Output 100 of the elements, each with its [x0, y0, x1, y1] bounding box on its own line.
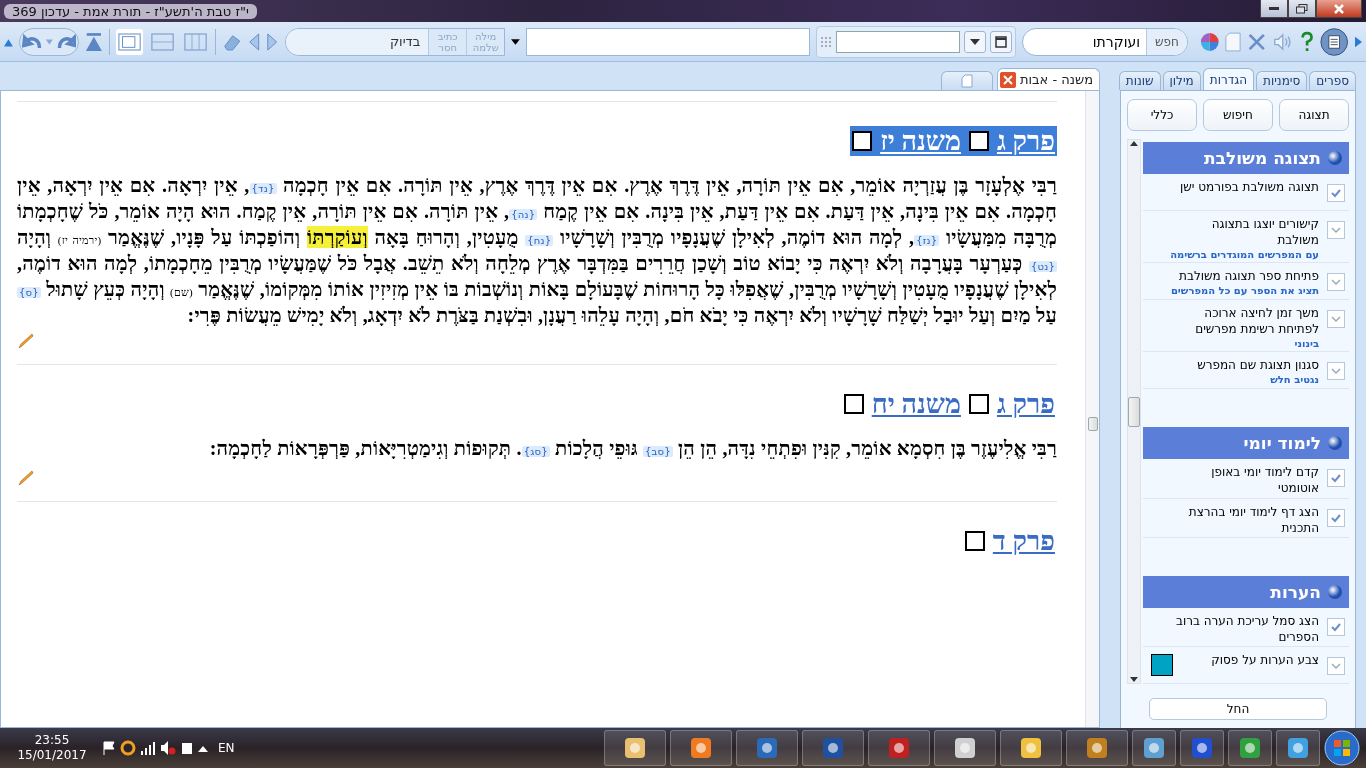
category-button[interactable]: כללי	[1127, 99, 1197, 131]
search-button[interactable]: חפש	[1146, 28, 1187, 55]
taskbar-button[interactable]	[802, 730, 864, 766]
caret-up-icon[interactable]	[198, 744, 208, 752]
scrollbar[interactable]	[1127, 139, 1141, 684]
menu-button-icon[interactable]	[1320, 25, 1349, 58]
taskbar-button[interactable]	[1180, 730, 1224, 766]
arrow-up-icon[interactable]	[1130, 140, 1138, 146]
panel-tab[interactable]: מילון	[1162, 71, 1201, 90]
taskbar-button[interactable]	[1000, 730, 1062, 766]
setting-label: פתיחת ספר תצוגה משולבת	[1178, 267, 1319, 284]
taskbar-button[interactable]	[934, 730, 996, 766]
taskbar-button[interactable]	[670, 730, 732, 766]
input-field[interactable]	[836, 30, 961, 53]
close-icon[interactable]	[1000, 71, 1016, 88]
setting-value[interactable]: תציג את הספר עם כל המפרשים	[1143, 283, 1319, 298]
footnote-link[interactable]: {נה}	[509, 209, 538, 220]
document-tab[interactable]: משנה - אבות	[997, 68, 1100, 90]
mishna-text: רַבִּי אֶלְעָזָר בֶּן עֲזַרְיָה אוֹמֵר, אִם אֵין תּוֹרָה, אֵין דֶּרֶךְ אֶרֶץ. אִם אֵין דֶּרֶךְ אֶרֶץ, אֵין תּוֹרָה. אִם אֵין חָכְמָה {נד}, אֵין יִרְאָה. אִם אֵין יִרְאָה, אֵין חָכְמָה. אִם אֵין בִּינָה, אֵין דַּעַת. אִם אֵין דַּעַת, אֵין בִּינָה. אִם אֵין קֶמַח {נה}, אֵין תּוֹרָה. אִם אֵין תּוֹרָה, אֵין קֶמַח. הוּא הָיָה אוֹמֵר, כֹּל שֶׁחָכְמָתוֹ מְרֻבָּה מִמַּעֲשָׂיו {נז}, לְמָה הוּא דוֹמֶה, לְאִילָן שֶׁעֲנָפָיו מְרֻבִּין וְשָׁרָשָׁיו {נח} מֻעָטִין, וְהָרוּחַ בָּאָה וְעוֹקַרְתּוֹ וְהוֹפַכְתּוֹ עַל פָּנָיו, שֶׁנֶּאֱמַר (ירמיה יז) וְהָיָה {נט} כְּעַרְעָר בָּעֲרָבָה וְלֹא יִרְאֶה כִּי יָבוֹא טוֹב וְשָׁכַן חֲרֵרִים בַּמִּדְבָּר אֶרֶץ מְלֵחָה וְלֹא תֵשֵׁב. אֲבָל כֹּל שֶׁמַּעֲשָׂיו מְרֻבִּין מֵחָכְמָתוֹ, לְמָה הוּא דוֹמֶה, לְאִילָן שֶׁעֲנָפָיו מֻעָטִין וְשָׁרָשָׁיו מְרֻבִּין, שֶׁאֲפִלּוּ כָּל הָרוּחוֹת שֶׁבָּעוֹלָם בָּאוֹת וְנוֹשְׁבוֹת בּוֹ אֵין מְזִיזִין אוֹתוֹ מִמְּקוֹמוֹ, שֶׁנֶּאֱמַר (שם) וְהָיָה כְּעֵץ שָׁתוּל {ס} עַל מַיִם וְעַל יוּבַל יְשַׁלַּח שָׁרָשָׁיו וְלֹא יִרְאֶה כִּי יָבֹא חֹם, וְהָיָה עָלֵהוּ רַעֲנָן, וּבִשְׁנַת בַּצֹּרֶת לֹא יִדְאָג, וְלֹא יָמִישׁ מֵעֲשׂוֹת פֶּרִי:	[17, 174, 1057, 326]
chevron-down-icon	[1331, 662, 1341, 670]
square-icon	[852, 131, 873, 151]
apply-button[interactable]: החל	[1149, 698, 1327, 720]
minimize-button[interactable]	[1260, 0, 1288, 18]
category-button[interactable]: חיפוש	[1203, 99, 1273, 131]
triangle-right-icon[interactable]	[1354, 35, 1362, 48]
input-field[interactable]	[526, 27, 811, 56]
chapter-heading[interactable]: פרק ד	[992, 526, 1055, 556]
signal-icon[interactable]	[140, 741, 156, 755]
triangle-up-icon[interactable]	[4, 36, 13, 47]
panel-tab[interactable]: הגדרות	[1202, 68, 1255, 90]
right-triangle-icon[interactable]	[266, 30, 279, 53]
taskbar-button[interactable]	[736, 730, 798, 766]
language-indicator[interactable]: EN	[218, 740, 235, 756]
taskbar-button[interactable]	[604, 730, 666, 766]
footnote-link[interactable]: {נח}	[525, 235, 554, 246]
muted-speaker-icon[interactable]	[160, 740, 176, 756]
scroll-thumb[interactable]	[1128, 396, 1140, 427]
page-icon	[961, 74, 973, 88]
footnote-link[interactable]: {ס}	[17, 287, 41, 298]
setting-label: משך זמן לחיצה ארוכה לפתיחת רשימת מפרשים	[1194, 305, 1319, 338]
maximize-button[interactable]	[1288, 0, 1316, 18]
setting-value[interactable]: עם המפרשים המוגדרים ברשימה	[1143, 247, 1319, 262]
orb-icon	[1327, 435, 1343, 452]
start-orb-icon[interactable]	[1324, 730, 1360, 766]
category-button[interactable]: תצוגה	[1279, 99, 1349, 131]
taskbar-button[interactable]	[1132, 730, 1176, 766]
flag-icon[interactable]	[102, 741, 116, 755]
search-field[interactable]: חפש ועוקרתו	[1022, 27, 1188, 56]
section-header[interactable]: תצוגה משולבת	[1143, 142, 1349, 174]
jump-top-icon[interactable]	[85, 30, 104, 53]
taskbar-button[interactable]	[1228, 730, 1272, 766]
color-wheel-icon[interactable]	[1199, 30, 1220, 53]
taskbar-button[interactable]	[1276, 730, 1320, 766]
scroll-thumb[interactable]	[1087, 417, 1098, 431]
help-icon[interactable]	[1300, 30, 1315, 53]
pencil-icon[interactable]	[17, 469, 35, 487]
mishna-heading[interactable]: פרק ג משנה יז	[850, 126, 1057, 156]
footnote-link[interactable]: {סג}	[521, 446, 550, 457]
panel-tab[interactable]: סימניות	[1256, 71, 1308, 90]
scrollbar[interactable]	[1085, 91, 1099, 727]
minimize-icon	[1269, 6, 1279, 11]
square-icon	[968, 131, 989, 151]
pencil-icon[interactable]	[17, 332, 35, 350]
footnote-link[interactable]: {נד}	[249, 183, 277, 194]
layout-button[interactable]	[116, 28, 144, 55]
taskbar-button[interactable]	[1066, 730, 1128, 766]
checkbox[interactable]	[1327, 508, 1345, 527]
mishna-heading[interactable]: פרק ג משנה יח	[841, 389, 1057, 419]
setting-label: תצוגה משולבת בפורמט ישן	[1179, 178, 1319, 195]
caret-icon[interactable]	[511, 37, 521, 46]
left-triangle-icon[interactable]	[247, 30, 261, 53]
chevron-down-icon	[1331, 315, 1341, 324]
section-header[interactable]: לימוד יומי	[1143, 427, 1349, 460]
app-icon	[886, 735, 912, 761]
section-title: לימוד יומי	[1243, 433, 1321, 454]
footnote-link[interactable]: {נט}	[1029, 261, 1057, 272]
chevron-down-icon	[1331, 225, 1341, 234]
setting-value[interactable]: נגטיב חלש	[1143, 372, 1319, 387]
setting-value[interactable]: בינוני	[1143, 337, 1319, 352]
footnote-link[interactable]: {סב}	[643, 446, 673, 457]
color-swatch[interactable]	[1151, 654, 1173, 676]
checkbox[interactable]	[1327, 469, 1345, 488]
new-tab-button[interactable]	[941, 71, 993, 90]
app-icon	[1285, 735, 1311, 761]
restore-icon	[1296, 3, 1308, 14]
taskbar-button[interactable]	[868, 730, 930, 766]
ring-icon[interactable]	[120, 740, 136, 756]
dropdown-button[interactable]	[964, 30, 987, 53]
arrow-down-icon[interactable]	[1130, 677, 1138, 683]
window-button[interactable]	[990, 30, 1013, 53]
close-button[interactable]	[1316, 0, 1362, 18]
page-icon[interactable]	[1225, 30, 1242, 53]
panel-tab[interactable]: שונות	[1118, 71, 1161, 90]
section-header[interactable]: הערות	[1143, 575, 1349, 608]
panel-tab[interactable]: ספרים	[1309, 71, 1356, 90]
checkbox[interactable]	[1327, 617, 1345, 636]
footnote-link[interactable]: {נז}	[914, 235, 940, 246]
chevron-down-icon	[1331, 277, 1341, 286]
setting-label: סגנון תצוגת שם המפרש	[1196, 356, 1319, 373]
checkbox[interactable]	[1327, 183, 1345, 202]
